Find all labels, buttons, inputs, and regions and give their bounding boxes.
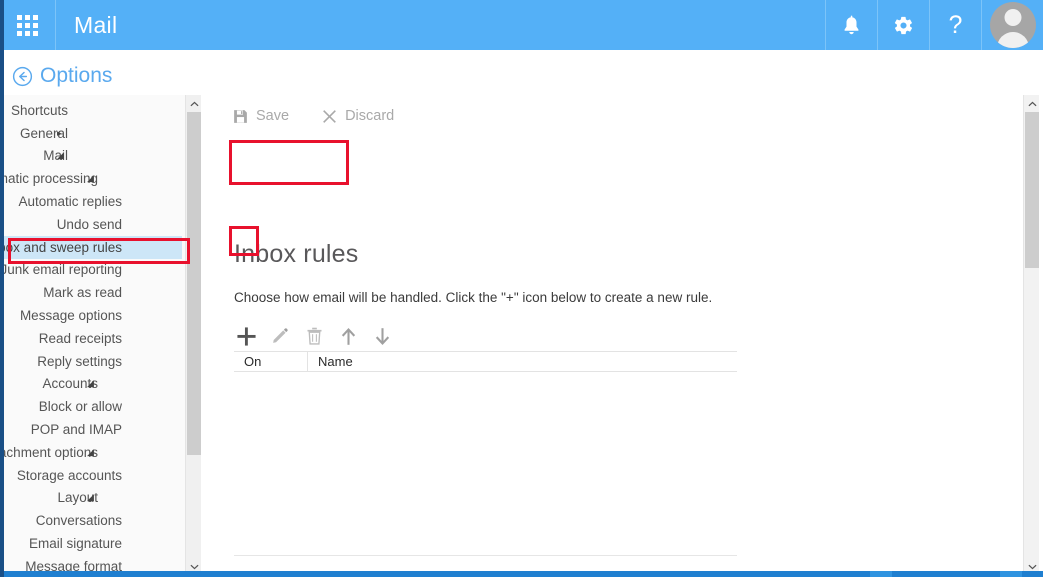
top-app-bar: Mail ? [0, 0, 1043, 50]
column-header-name[interactable]: Name [308, 352, 737, 371]
inbox-rules-description: Choose how email will be handled. Click … [234, 290, 713, 305]
sidebar-item-mail[interactable]: Mail ◢ [4, 145, 182, 168]
inbox-rules-table: On Name [234, 351, 737, 558]
sidebar-item-undo-send[interactable]: Undo send [4, 213, 182, 236]
sidebar-item-label: Message options [19, 308, 122, 324]
sidebar-item-label: Conversations [35, 513, 122, 529]
user-account-button[interactable] [981, 0, 1043, 50]
sidebar-item-label: Storage accounts [16, 467, 122, 483]
options-page: Mail ? Options Shortcuts General ▸ Mail … [0, 0, 1043, 577]
section-divider [234, 555, 737, 556]
trash-icon [306, 327, 323, 345]
settings-button[interactable] [877, 0, 929, 50]
question-mark-icon: ? [948, 10, 963, 39]
sidebar-item-label: Block or allow [38, 399, 122, 415]
sidebar-item-label: Undo send [56, 216, 122, 232]
sidebar-item-label: POP and IMAP [30, 422, 122, 438]
inbox-rules-toolbar [234, 323, 394, 349]
save-disk-icon [233, 109, 248, 124]
sidebar-item-layout[interactable]: Layout ◢ [4, 487, 182, 510]
options-content-pane: Save Discard Inbox rules Choose how emai… [202, 95, 1015, 575]
content-scroll-up-button[interactable] [1024, 95, 1040, 112]
avatar [989, 2, 1036, 48]
sidebar-item-conversations[interactable]: Conversations [4, 509, 182, 532]
plus-icon [236, 326, 257, 347]
discard-label: Discard [345, 108, 395, 124]
sidebar-item-label: Inbox and sweep rules [4, 239, 122, 255]
sidebar-item-label: Mark as read [43, 285, 122, 301]
back-arrow-circle-icon [12, 66, 33, 87]
chevron-down-icon[interactable]: ◢ [87, 379, 94, 388]
sidebar-scrollbar-thumb[interactable] [187, 112, 201, 455]
sidebar-item-mark-as-read[interactable]: Mark as read [4, 281, 182, 304]
column-header-on[interactable]: On [234, 352, 308, 371]
sidebar-item-reply-settings[interactable]: Reply settings [4, 350, 182, 373]
edit-rule-button[interactable] [268, 324, 292, 348]
chevron-down-icon[interactable]: ◢ [57, 151, 64, 160]
discard-button[interactable]: Discard [322, 108, 394, 124]
delete-rule-button[interactable] [302, 324, 326, 348]
page-left-edge [0, 50, 4, 577]
sidebar-item-label: Shortcuts [10, 102, 68, 118]
sidebar-item-label: Mail [43, 148, 68, 164]
app-launcher-button[interactable] [0, 0, 56, 50]
sidebar-item-junk-email-reporting[interactable]: Junk email reporting [4, 259, 182, 282]
save-label: Save [256, 108, 290, 124]
sidebar-item-attachment-options[interactable]: Attachment options◢ [4, 441, 182, 464]
sidebar-item-pop-and-imap[interactable]: POP and IMAP [4, 418, 182, 441]
options-nav-list: ShortcutsGeneral▸Mail◢Automatic processi… [4, 95, 182, 575]
help-button[interactable]: ? [929, 0, 981, 50]
sidebar-item-label: Reply settings [37, 353, 122, 369]
sidebar-item-label: Junk email reporting [4, 262, 122, 278]
sidebar-item-accounts[interactable]: Accounts ◢ [4, 373, 182, 396]
sidebar-item-block-or-allow[interactable]: Block or allow [4, 395, 182, 418]
window-left-edge [0, 0, 4, 50]
pencil-icon [271, 327, 289, 345]
sidebar-item-label: Email signature [28, 536, 122, 552]
sidebar-item-automatic-replies[interactable]: Automatic replies [4, 190, 182, 213]
options-back-link[interactable]: Options [12, 64, 112, 88]
add-rule-button[interactable] [234, 324, 258, 348]
bell-icon [842, 15, 861, 36]
sidebar-item-inbox-and-sweep-rules[interactable]: Inbox and sweep rules [4, 235, 182, 259]
arrow-up-icon [340, 327, 357, 346]
sidebar-item-label: Attachment options [4, 444, 98, 460]
sidebar-item-message-options[interactable]: Message options [4, 304, 182, 327]
app-title: Mail [74, 11, 118, 38]
inbox-rules-table-header: On Name [234, 351, 737, 372]
options-sidebar: ShortcutsGeneral▸Mail◢Automatic processi… [4, 95, 200, 575]
sidebar-item-email-signature[interactable]: Email signature [4, 532, 182, 555]
move-rule-down-button[interactable] [370, 324, 394, 348]
sidebar-scroll-up-button[interactable] [186, 95, 202, 112]
chevron-down-icon[interactable]: ◢ [87, 493, 94, 502]
content-scrollbar[interactable] [1023, 95, 1039, 575]
notifications-button[interactable] [825, 0, 877, 50]
sidebar-item-label: Automatic replies [18, 194, 122, 210]
sidebar-item-read-receipts[interactable]: Read receipts [4, 327, 182, 350]
grid-icon [17, 14, 38, 36]
sidebar-item-general[interactable]: General ▸ [4, 122, 182, 145]
x-close-icon [322, 109, 337, 124]
content-scrollbar-thumb[interactable] [1025, 112, 1039, 268]
gear-icon [893, 15, 914, 36]
sidebar-item-shortcuts[interactable]: Shortcuts [4, 99, 182, 122]
taskbar-strip [0, 571, 1043, 577]
sidebar-scrollbar[interactable] [185, 95, 201, 575]
move-rule-up-button[interactable] [336, 324, 360, 348]
sidebar-item-label: Automatic processing [4, 171, 98, 187]
chevron-down-icon[interactable]: ◢ [87, 447, 94, 457]
sidebar-item-automatic-processing[interactable]: Automatic processing◢ [4, 167, 182, 190]
sidebar-item-storage-accounts[interactable]: Storage accounts [4, 464, 182, 487]
chevron-down-icon[interactable]: ◢ [87, 174, 94, 183]
arrow-down-icon [374, 327, 391, 346]
command-bar: Save Discard [233, 108, 394, 124]
chevron-right-icon[interactable]: ▸ [57, 128, 62, 138]
sidebar-item-label: Read receipts [38, 330, 122, 346]
inbox-rules-title: Inbox rules [234, 240, 359, 268]
save-button[interactable]: Save [233, 108, 289, 124]
inbox-rules-table-body [234, 372, 737, 558]
options-label: Options [40, 64, 113, 87]
content-right-gutter [1015, 50, 1023, 577]
